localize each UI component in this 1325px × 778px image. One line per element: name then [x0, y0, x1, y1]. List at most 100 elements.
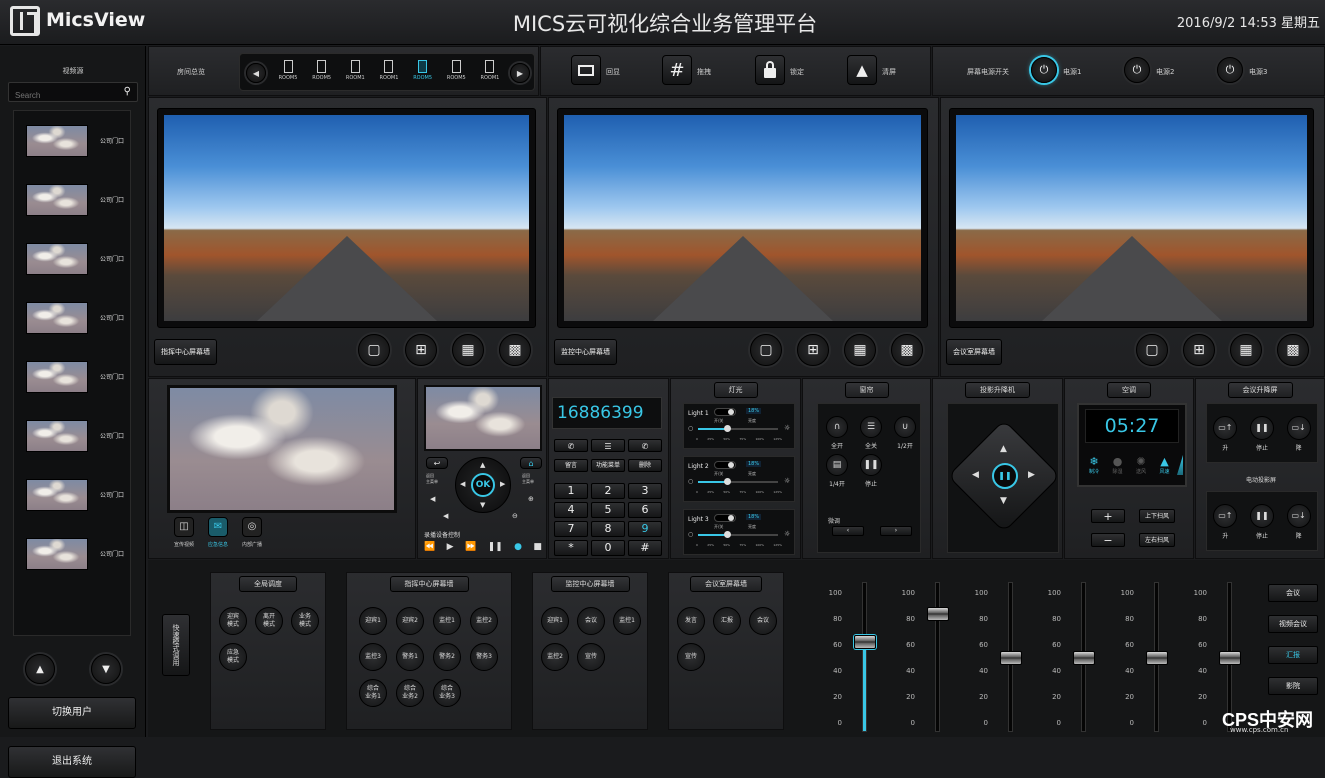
slider-handle[interactable]: [723, 531, 731, 538]
display-button[interactable]: [571, 55, 601, 85]
home-button[interactable]: ⌂: [520, 457, 542, 469]
swing-ud-button[interactable]: 上下扫风: [1139, 509, 1175, 523]
scene-button[interactable]: 视频会议: [1268, 615, 1318, 633]
ac-mode-button[interactable]: ✺ 送风: [1130, 455, 1152, 475]
room-prev-button[interactable]: ◀: [246, 63, 266, 83]
list-item[interactable]: 公司门口: [14, 119, 130, 163]
light-toggle[interactable]: [714, 514, 736, 522]
right-arrow-icon[interactable]: ▶: [1028, 470, 1035, 480]
wall-screen[interactable]: [557, 108, 928, 328]
zoom-out-icon[interactable]: ⊖: [512, 512, 518, 520]
swing-lr-button[interactable]: 左右扫风: [1139, 533, 1175, 547]
ac-mode-button[interactable]: ❄ 制冷: [1083, 455, 1105, 475]
layout-button[interactable]: ▦: [844, 334, 876, 366]
wall-label-button[interactable]: 指挥中心屏幕墙: [154, 339, 217, 365]
fader-knob[interactable]: [1073, 651, 1095, 665]
curtain-button[interactable]: ∪ 1/2开: [894, 416, 916, 450]
scene-mode-button[interactable]: 业务 模式: [291, 607, 319, 635]
ac-plus-button[interactable]: +: [1091, 509, 1125, 523]
keypad-key[interactable]: 8: [591, 521, 625, 537]
scene-mode-button[interactable]: 宣传: [577, 643, 605, 671]
fader-knob[interactable]: [854, 634, 876, 649]
audio-fader[interactable]: [854, 582, 876, 732]
curtain-button[interactable]: ∩ 全开: [826, 416, 848, 450]
preview-screen[interactable]: [167, 385, 397, 513]
lift-button[interactable]: ❚❚ 停止: [1249, 504, 1275, 550]
slider-handle[interactable]: [723, 425, 731, 432]
fader-knob[interactable]: [1146, 651, 1168, 665]
slider-handle[interactable]: [723, 478, 731, 485]
layout-button[interactable]: ▦: [1230, 334, 1262, 366]
layout-button[interactable]: ⊞: [797, 334, 829, 366]
phone-function-button[interactable]: 删除: [628, 459, 662, 472]
scene-mode-button[interactable]: 监控1: [433, 607, 461, 635]
layout-button[interactable]: ⊞: [405, 334, 437, 366]
light-slider[interactable]: [698, 531, 778, 538]
volume-icon[interactable]: ◀: [443, 512, 448, 520]
down-arrow-icon[interactable]: ▼: [480, 501, 485, 509]
pause-icon[interactable]: ❚❚: [488, 542, 503, 552]
curtain-button[interactable]: ☰ 全关: [860, 416, 882, 450]
keypad-key[interactable]: 1: [554, 483, 588, 499]
scene-mode-button[interactable]: 警务3: [470, 643, 498, 671]
list-item[interactable]: 公司门口: [14, 414, 130, 458]
wall-label-button[interactable]: 监控中心屏幕墙: [554, 339, 617, 365]
phone-function-button[interactable]: 留言: [554, 459, 588, 472]
scene-button[interactable]: 影院: [1268, 677, 1318, 695]
keypad-key[interactable]: 0: [591, 540, 625, 556]
lift-button[interactable]: ▭↑ 升: [1212, 504, 1238, 550]
lift-button[interactable]: ❚❚ 停止: [1249, 416, 1275, 462]
ok-button[interactable]: OK: [471, 473, 495, 497]
ac-minus-button[interactable]: −: [1091, 533, 1125, 547]
right-arrow-icon[interactable]: ▶: [500, 480, 505, 488]
ac-mode-button[interactable]: ● 除湿: [1107, 455, 1129, 475]
quick-mode-button[interactable]: 快速模式调用: [162, 614, 190, 676]
up-arrow-icon[interactable]: ▲: [1000, 444, 1007, 454]
light-toggle[interactable]: [714, 461, 736, 469]
lift-button[interactable]: ▭↓ 降: [1286, 504, 1312, 550]
list-item[interactable]: 公司门口: [14, 237, 130, 281]
scene-mode-button[interactable]: 监控3: [359, 643, 387, 671]
light-slider[interactable]: [698, 478, 778, 485]
record-icon[interactable]: ●: [514, 542, 522, 552]
curtain-button[interactable]: ❚❚ 停止: [860, 454, 882, 488]
room-tab[interactable]: ROOM5: [409, 56, 437, 90]
scene-mode-button[interactable]: 警务1: [396, 643, 424, 671]
lift-button[interactable]: ▭↓ 降: [1286, 416, 1312, 462]
preview-option[interactable]: ◎ 内部广播: [235, 517, 269, 548]
layout-button[interactable]: ▢: [1136, 334, 1168, 366]
fine-left-button[interactable]: ‹: [832, 526, 864, 536]
scene-mode-button[interactable]: 迎宾 模式: [219, 607, 247, 635]
audio-fader[interactable]: [1000, 582, 1022, 732]
scene-mode-button[interactable]: 会议: [577, 607, 605, 635]
scene-mode-button[interactable]: 迎宾1: [359, 607, 387, 635]
power-button[interactable]: ⏻: [1217, 57, 1243, 83]
list-item[interactable]: 公司门口: [14, 178, 130, 222]
scene-mode-button[interactable]: 宣传: [677, 643, 705, 671]
rewind-icon[interactable]: ⏪: [424, 542, 435, 552]
scene-mode-button[interactable]: 综合 业务3: [433, 679, 461, 707]
curtain-button[interactable]: ▤ 1/4开: [826, 454, 848, 488]
scene-mode-button[interactable]: 迎宾2: [396, 607, 424, 635]
audio-fader[interactable]: [1146, 582, 1168, 732]
power-button[interactable]: ⏻: [1031, 57, 1057, 83]
room-tab[interactable]: ROOM5: [442, 56, 470, 90]
scene-mode-button[interactable]: 离开 模式: [255, 607, 283, 635]
switch-user-button[interactable]: 切换用户: [8, 697, 136, 729]
dpad[interactable]: ▲ ▼ ◀ ▶ OK: [455, 457, 511, 513]
left-arrow-icon[interactable]: ◀: [460, 480, 465, 488]
fine-right-button[interactable]: ›: [880, 526, 912, 536]
fader-knob[interactable]: [1219, 651, 1241, 665]
projector-pause-button[interactable]: ❚❚: [992, 463, 1018, 489]
keypad-key[interactable]: 2: [591, 483, 625, 499]
phone-function-button[interactable]: 功能菜单: [591, 459, 625, 472]
scroll-down-button[interactable]: ▼: [91, 654, 121, 684]
call-button[interactable]: ✆: [554, 439, 588, 452]
scene-mode-button[interactable]: 综合 业务1: [359, 679, 387, 707]
keypad-key[interactable]: *: [554, 540, 588, 556]
scene-mode-button[interactable]: 会议: [749, 607, 777, 635]
room-tab[interactable]: ROOM1: [476, 56, 504, 90]
volume-down-icon[interactable]: ◀: [430, 495, 435, 503]
room-tab[interactable]: ROOM5: [308, 56, 336, 90]
preview-option[interactable]: ✉ 应急信息: [201, 517, 235, 548]
